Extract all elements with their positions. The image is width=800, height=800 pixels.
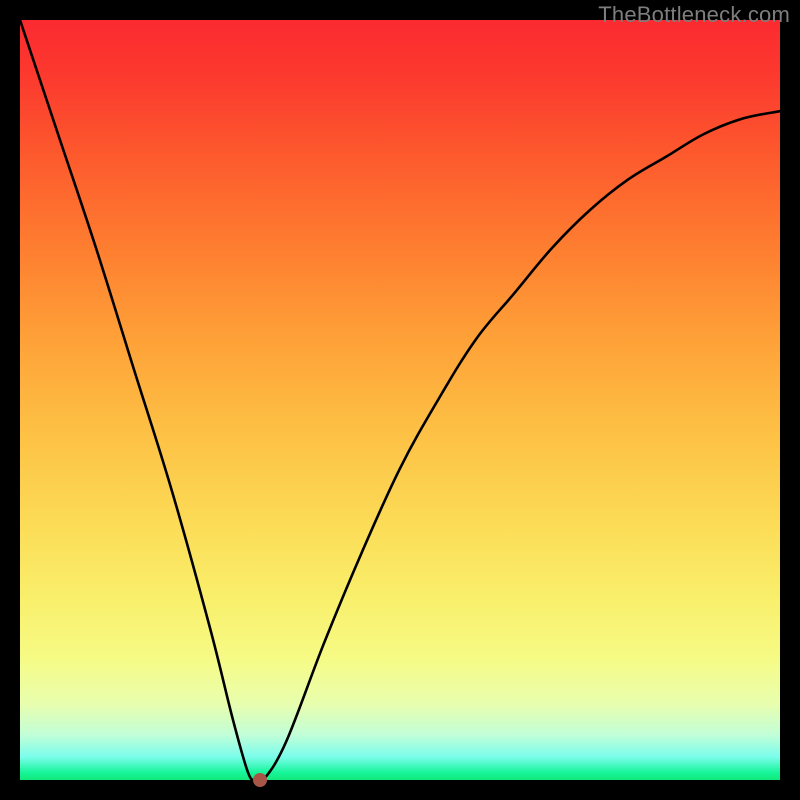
optimal-point-marker: [253, 773, 267, 787]
bottleneck-curve: [20, 20, 780, 780]
